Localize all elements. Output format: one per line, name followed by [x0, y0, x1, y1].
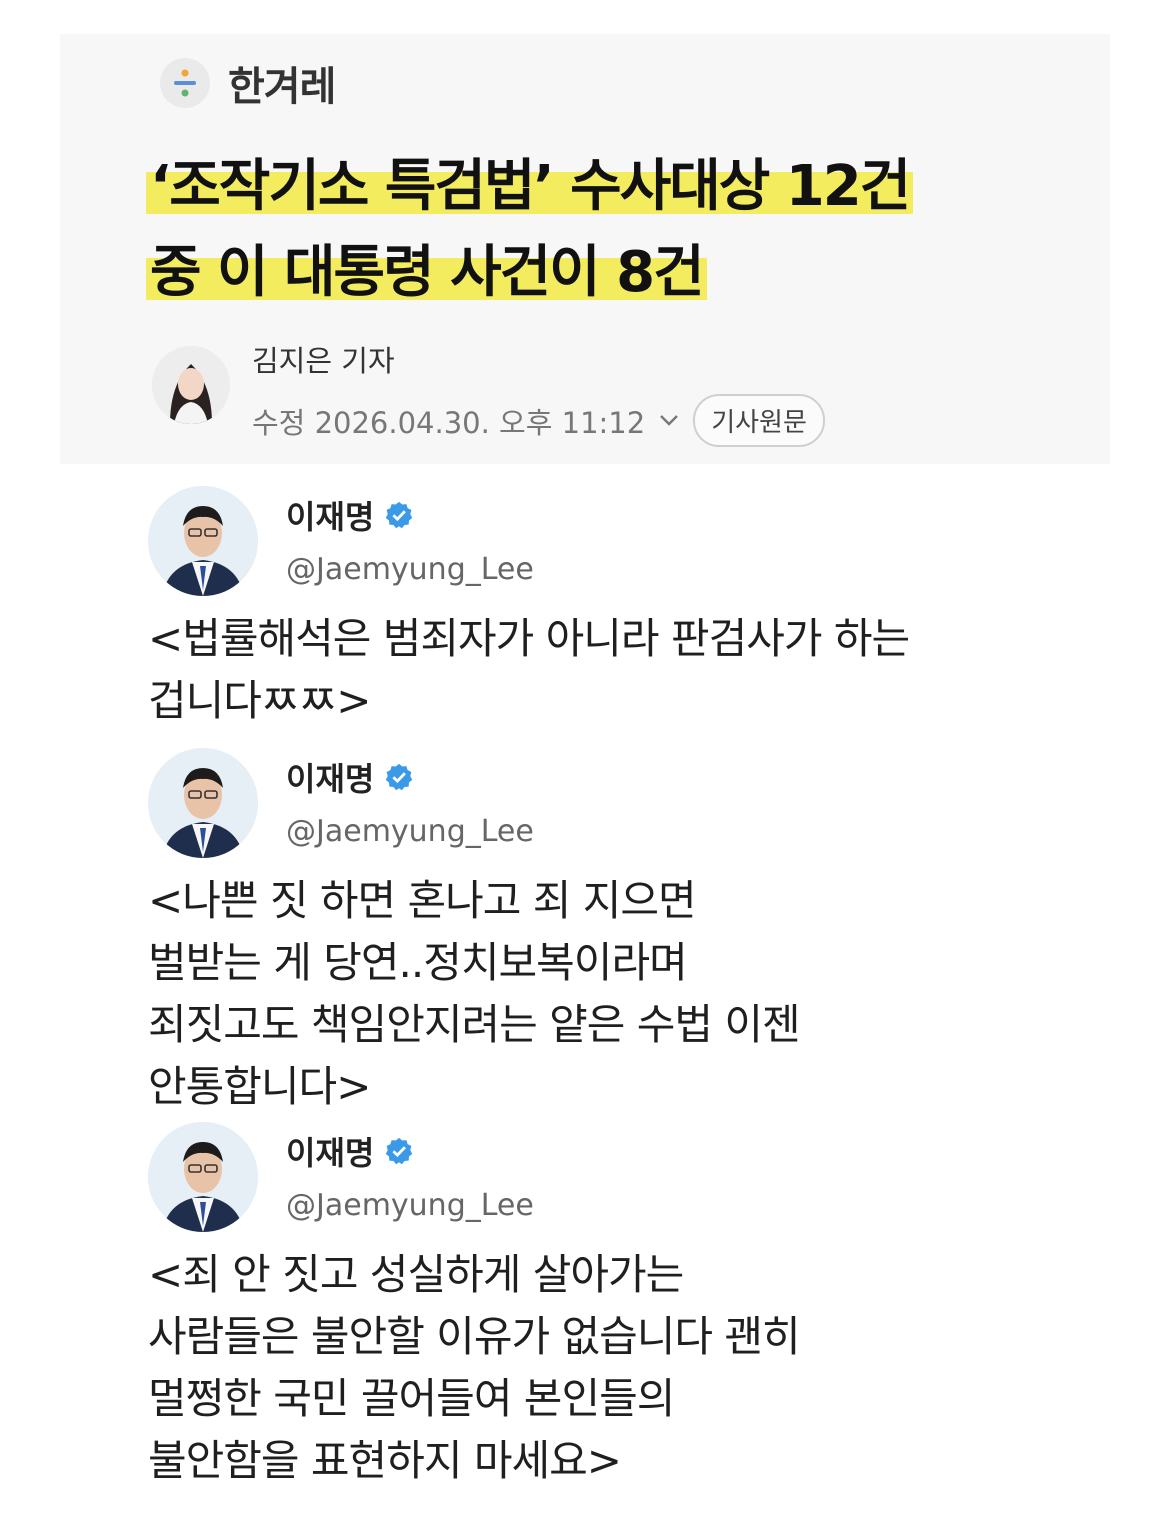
tweet-line: <죄 안 짓고 성실하게 살아가는 — [148, 1250, 684, 1299]
author-row: 이재명 — [286, 754, 534, 800]
tweet-line: 벌받는 게 당연..정치보복이라며 — [148, 938, 688, 987]
tweet-line: 불안함을 표현하지 마세요> — [148, 1436, 622, 1485]
tweet-line: 겁니다ㅉㅉ> — [148, 676, 371, 725]
tweet-header: 이재명 @Jaemyung_Lee — [148, 748, 800, 858]
reporter-name[interactable]: 김지은 기자 — [252, 338, 825, 380]
author-name[interactable]: 이재명 — [286, 492, 374, 538]
byline-info: 김지은 기자 수정 2026.04.30. 오후 11:12 기사원문 — [252, 334, 825, 447]
byline: 김지은 기자 수정 2026.04.30. 오후 11:12 기사원문 — [152, 334, 825, 447]
avatar[interactable] — [148, 748, 258, 858]
tweet-line: 죄짓고도 책임안지려는 얕은 수법 이젠 — [148, 1000, 801, 1049]
verified-badge-icon — [386, 1137, 413, 1165]
headline: ‘조작기소 특검법’ 수사대상 12건 중 이 대통령 사건이 8건 — [146, 146, 1106, 318]
author-handle[interactable]: @Jaemyung_Lee — [286, 1188, 534, 1223]
reporter-avatar[interactable] — [152, 346, 230, 424]
hankyoreh-logo-icon — [160, 58, 210, 108]
author-handle[interactable]: @Jaemyung_Lee — [286, 552, 534, 587]
author-name[interactable]: 이재명 — [286, 754, 374, 800]
modified-date: 수정 2026.04.30. 오후 11:12 — [252, 405, 646, 440]
article-card: 한겨레 ‘조작기소 특검법’ 수사대상 12건 중 이 대통령 사건이 8건 김… — [60, 34, 1110, 464]
avatar[interactable] — [148, 1122, 258, 1232]
tweet-header: 이재명 @Jaemyung_Lee — [148, 486, 909, 596]
verified-badge-icon — [386, 501, 413, 529]
news-source[interactable]: 한겨레 — [160, 54, 336, 112]
tweet-line: 멀쩡한 국민 끌어들여 본인들의 — [148, 1374, 675, 1423]
meta-row: 수정 2026.04.30. 오후 11:12 기사원문 — [252, 394, 825, 447]
tweet-author: 이재명 @Jaemyung_Lee — [286, 492, 534, 587]
tweet-line: 안통합니다> — [148, 1062, 371, 1111]
headline-text: 중 이 대통령 사건이 8건 — [146, 240, 707, 305]
tweet-line: 사람들은 불안할 이유가 없습니다 괜히 — [148, 1312, 801, 1361]
tweet-text: <나쁜 짓 하면 혼나고 죄 지으면 벌받는 게 당연..정치보복이라며 죄짓고… — [148, 870, 801, 1118]
original-article-button[interactable]: 기사원문 — [693, 394, 825, 447]
tweet-author: 이재명 @Jaemyung_Lee — [286, 754, 534, 849]
headline-text: ‘조작기소 특검법’ 수사대상 12건 — [146, 154, 914, 219]
tweet-author: 이재명 @Jaemyung_Lee — [286, 1128, 534, 1223]
tweet-line: <법률해석은 범죄자가 아니라 판검사가 하는 — [148, 614, 910, 663]
headline-line: ‘조작기소 특검법’ 수사대상 12건 — [146, 146, 1106, 228]
tweet: 이재명 @Jaemyung_Lee <법률해석은 범죄자가 아니라 판검사가 하… — [148, 486, 910, 732]
author-row: 이재명 — [286, 1128, 534, 1174]
chevron-down-icon[interactable] — [659, 408, 679, 433]
source-name: 한겨레 — [228, 64, 336, 110]
tweet-text: <법률해석은 범죄자가 아니라 판검사가 하는 겁니다ㅉㅉ> — [148, 608, 910, 732]
tweet-line: <나쁜 짓 하면 혼나고 죄 지으면 — [148, 876, 697, 925]
author-name[interactable]: 이재명 — [286, 1128, 374, 1174]
avatar[interactable] — [148, 486, 258, 596]
tweet: 이재명 @Jaemyung_Lee <나쁜 짓 하면 혼나고 죄 지으면 벌받는… — [148, 748, 801, 1118]
tweet: 이재명 @Jaemyung_Lee <죄 안 짓고 성실하게 살아가는 사람들은… — [148, 1122, 801, 1492]
tweet-text: <죄 안 짓고 성실하게 살아가는 사람들은 불안할 이유가 없습니다 괜히 멀… — [148, 1244, 801, 1492]
tweet-header: 이재명 @Jaemyung_Lee — [148, 1122, 800, 1232]
verified-badge-icon — [386, 763, 413, 791]
author-handle[interactable]: @Jaemyung_Lee — [286, 814, 534, 849]
headline-line: 중 이 대통령 사건이 8건 — [146, 232, 1106, 314]
author-row: 이재명 — [286, 492, 534, 538]
